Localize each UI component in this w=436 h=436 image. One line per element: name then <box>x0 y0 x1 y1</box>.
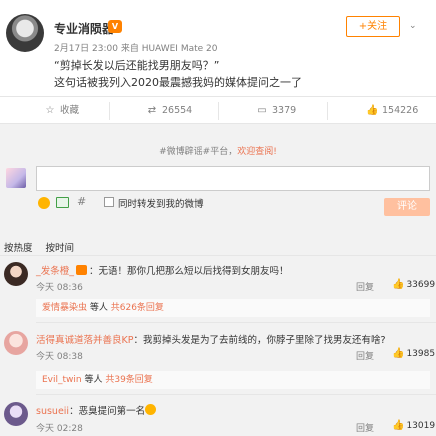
reply-button[interactable]: 回复 <box>356 421 374 434</box>
repost-checkbox[interactable] <box>104 197 114 207</box>
like-button[interactable]: 👍 154226 <box>366 104 418 118</box>
tab-sort-hot[interactable]: 按热度 <box>4 243 33 254</box>
favorite-label: 收藏 <box>60 105 80 116</box>
vip-badge-icon: V <box>108 20 122 33</box>
action-bar: ☆ 收藏 ⇄ 26554 ▭ 3379 👍 154226 <box>0 96 436 124</box>
comment-time: 今天 02:28 <box>36 424 83 434</box>
commenter-name[interactable]: 活得真诚道落并善良KP <box>36 335 133 346</box>
comment-like-button[interactable]: 👍 13985 <box>392 348 435 359</box>
reply-button[interactable]: 回复 <box>356 280 374 293</box>
follow-button[interactable]: +关注 <box>346 16 400 37</box>
divider <box>36 322 436 323</box>
comment-like-count: 13019 <box>406 421 436 431</box>
commenter-name[interactable]: _发条橙_ <box>36 266 74 277</box>
rumor-notice: #微博辟谣#平台，欢迎查阅! <box>0 144 436 158</box>
comment-text: 活得真诚道落并善良KP：我剪掉头发是为了去前线的，你脖子里除了找男友还有啥? <box>36 332 386 346</box>
submit-comment-button[interactable]: 评论 <box>384 198 430 216</box>
tab-sort-time[interactable]: 按时间 <box>46 243 75 254</box>
comment-text: susueii：恶臭提问第一名 <box>36 403 157 417</box>
comment-input[interactable] <box>36 166 430 191</box>
thumbs-up-icon: 👍 <box>392 348 405 359</box>
reply-mid: 等人 <box>87 303 111 313</box>
thumbs-up-icon: 👍 <box>392 279 405 290</box>
reply-button[interactable]: 回复 <box>356 349 374 362</box>
reply-user[interactable]: 爱情暴染虫 <box>42 303 87 313</box>
divider <box>218 102 219 120</box>
thumbs-up-icon: 👍 <box>392 420 405 431</box>
repost-checkbox-label: 同时转发到我的微博 <box>118 199 204 210</box>
divider <box>327 102 328 120</box>
reply-mid: 等人 <box>81 375 106 385</box>
reply-count[interactable]: 共39条回复 <box>105 375 152 385</box>
comment-like-count: 33699 <box>406 280 436 290</box>
image-icon[interactable] <box>56 197 69 208</box>
notice-link[interactable]: 欢迎查阅! <box>237 147 277 157</box>
commenter-avatar[interactable] <box>4 402 28 426</box>
commenter-avatar[interactable] <box>4 262 28 286</box>
thumbs-up-icon: 👍 <box>366 105 379 116</box>
post-text-line: “剪掉长发以后还能找男朋友吗？” <box>54 59 220 72</box>
chevron-down-icon[interactable]: ⌄ <box>409 21 417 31</box>
comment-body: ：恶臭提问第一名 <box>69 406 146 417</box>
comment-time: 今天 08:38 <box>36 352 83 362</box>
author-avatar[interactable] <box>6 14 44 52</box>
author-name[interactable]: 专业消陨器 <box>54 20 114 37</box>
smile-emoji-icon <box>145 404 157 415</box>
comment-body: ：我剪掉头发是为了去前线的，你脖子里除了找男友还有啥? <box>133 335 386 346</box>
topic-icon[interactable]: # <box>77 195 86 208</box>
comment-count: 3379 <box>272 105 297 116</box>
comment-like-button[interactable]: 👍 13019 <box>392 420 435 431</box>
sort-tabs: 按热度 按时间 <box>4 240 84 254</box>
reply-user[interactable]: Evil_twin <box>42 375 82 385</box>
comment-like-count: 13985 <box>406 349 436 359</box>
divider <box>36 394 436 395</box>
post-text-line: 这句话被我列入2020最震撼我妈的媒体提问之一了 <box>54 76 302 89</box>
star-icon: ☆ <box>45 105 55 116</box>
weibo-post-card: 专业消陨器 V 2月17日 23:00 来自 HUAWEI Mate 20 +关… <box>0 0 436 436</box>
repost-icon: ⇄ <box>147 105 157 116</box>
commenter-avatar[interactable] <box>4 331 28 355</box>
like-count: 154226 <box>382 105 419 116</box>
commenter-name[interactable]: susueii <box>36 406 69 417</box>
comment-body: ：无语！那你几把那么短以后找得到女朋友吗！ <box>89 266 289 277</box>
emoji-icon[interactable] <box>38 197 50 209</box>
reply-count[interactable]: 共626条回复 <box>111 303 164 313</box>
comment-icon: ▭ <box>257 105 267 116</box>
more-replies[interactable]: Evil_twin 等人 共39条回复 <box>36 371 430 389</box>
my-avatar[interactable] <box>6 168 26 188</box>
post-meta: 2月17日 23:00 来自 HUAWEI Mate 20 <box>54 44 218 54</box>
comment-button[interactable]: ▭ 3379 <box>256 104 296 118</box>
repost-button[interactable]: ⇄ 26554 <box>146 104 192 118</box>
comment-like-button[interactable]: 👍 33699 <box>392 279 435 290</box>
favorite-button[interactable]: ☆ 收藏 <box>44 104 80 118</box>
divider <box>109 102 110 120</box>
comment-text: _发条橙_ ：无语！那你几把那么短以后找得到女朋友吗！ <box>36 263 289 277</box>
post-text: “剪掉长发以后还能找男朋友吗？” 这句话被我列入2020最震撼我妈的媒体提问之一… <box>54 57 424 91</box>
comment-time: 今天 08:36 <box>36 283 83 293</box>
more-replies[interactable]: 爱情暴染虫 等人 共626条回复 <box>36 299 430 317</box>
divider <box>0 255 436 256</box>
notice-text: #微博辟谣#平台， <box>159 147 238 157</box>
vip-badge-icon <box>76 265 88 275</box>
repost-count: 26554 <box>162 105 193 116</box>
